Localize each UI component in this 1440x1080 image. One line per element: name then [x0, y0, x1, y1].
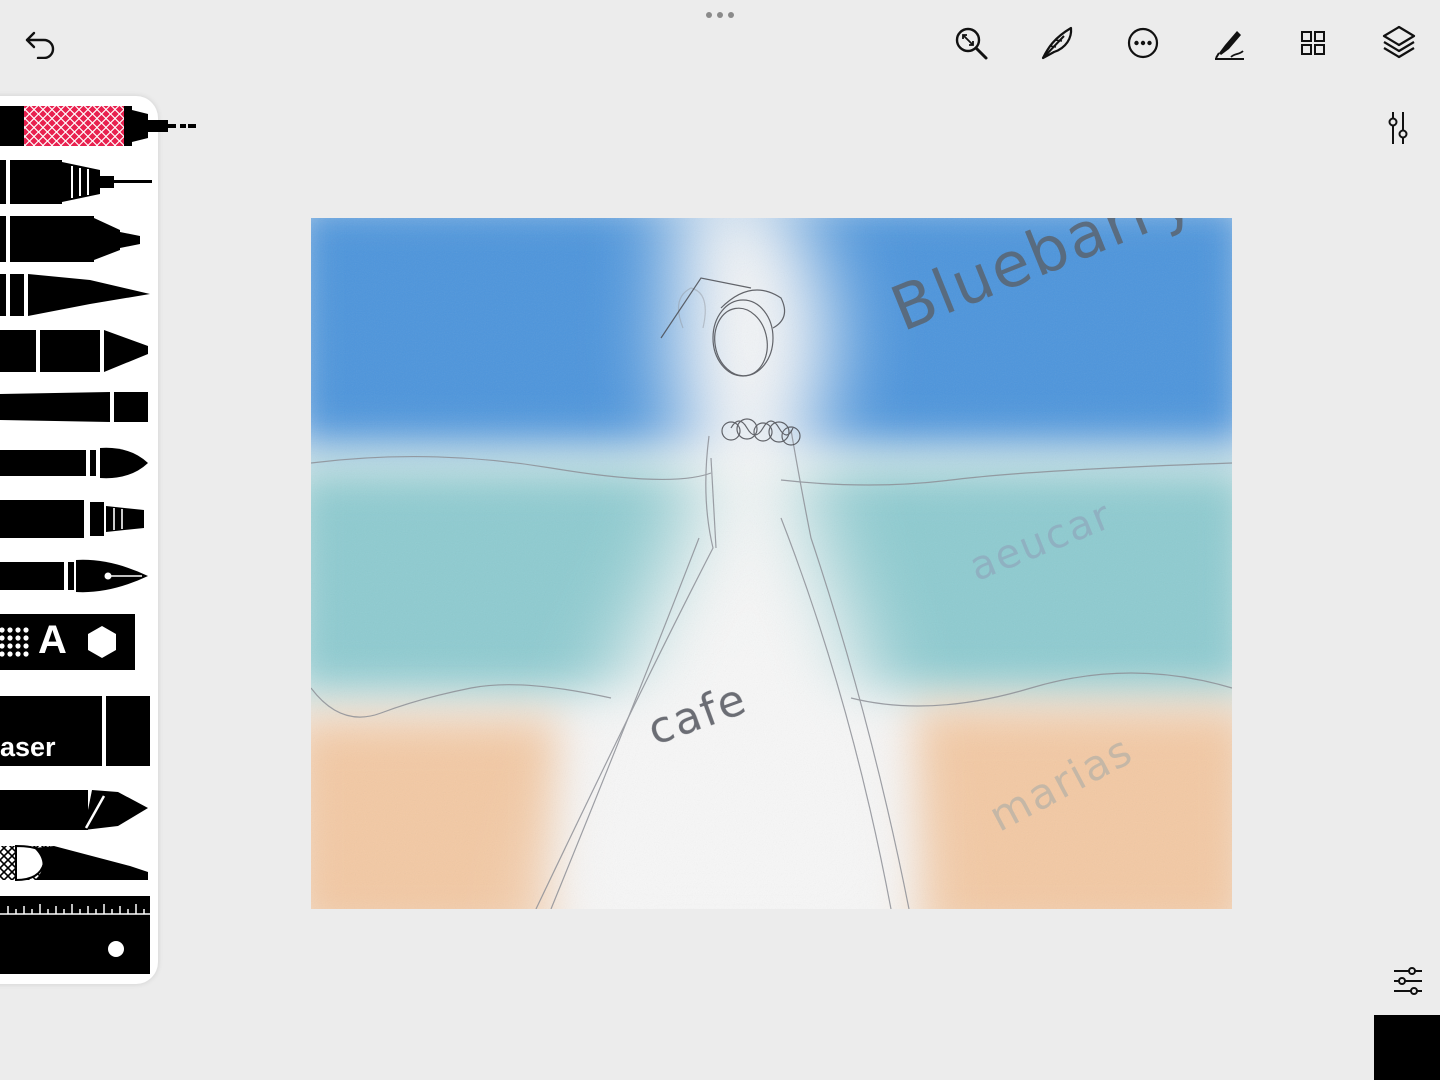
fineliner-tool[interactable] — [0, 160, 152, 204]
layers-button[interactable] — [1375, 19, 1423, 67]
eraser-label: aser — [0, 732, 56, 762]
charcoal-tool[interactable] — [0, 392, 148, 422]
brush-pen-tool[interactable] — [0, 274, 150, 316]
zoom-fit-icon — [955, 27, 988, 60]
text-tool-glyph: A — [38, 618, 67, 662]
feather-icon — [1041, 26, 1073, 60]
fountain-pen-tool[interactable] — [0, 559, 148, 593]
layers-icon — [1382, 25, 1416, 59]
undo-icon — [25, 31, 55, 59]
more-options-icon — [1127, 27, 1159, 59]
marker-tool[interactable] — [0, 216, 140, 262]
airbrush-tool[interactable] — [0, 500, 144, 538]
smudge-tool[interactable] — [0, 790, 148, 830]
more-options-button[interactable] — [1119, 19, 1167, 67]
cutter-tool[interactable] — [0, 844, 148, 882]
brush-library-button[interactable] — [1033, 19, 1081, 67]
current-color-swatch[interactable] — [1374, 1015, 1440, 1080]
grid-icon — [1301, 31, 1325, 55]
sliders-button[interactable] — [1384, 957, 1432, 1005]
adjustments-button[interactable] — [1374, 104, 1422, 152]
drawing-canvas[interactable]: Bluebarrys aeucar cafe marias — [311, 218, 1232, 909]
zoom-fit-button[interactable] — [947, 19, 995, 67]
ruler-tool[interactable] — [0, 896, 150, 974]
gallery-grid-button[interactable] — [1289, 19, 1337, 67]
tool-tray: A aser — [0, 96, 196, 984]
text-shapes-tool[interactable] — [0, 614, 135, 670]
undo-button[interactable] — [17, 20, 65, 68]
technical-pen-tool[interactable] — [0, 106, 196, 146]
pencil-tool[interactable] — [0, 330, 148, 372]
pen-settings-icon — [1215, 31, 1244, 60]
sliders-icon — [1394, 967, 1422, 995]
adjustments-icon — [1388, 112, 1408, 144]
paint-brush-tool[interactable] — [0, 447, 148, 479]
drag-handle-dots-icon[interactable] — [704, 8, 736, 20]
pen-settings-button[interactable] — [1205, 19, 1253, 67]
